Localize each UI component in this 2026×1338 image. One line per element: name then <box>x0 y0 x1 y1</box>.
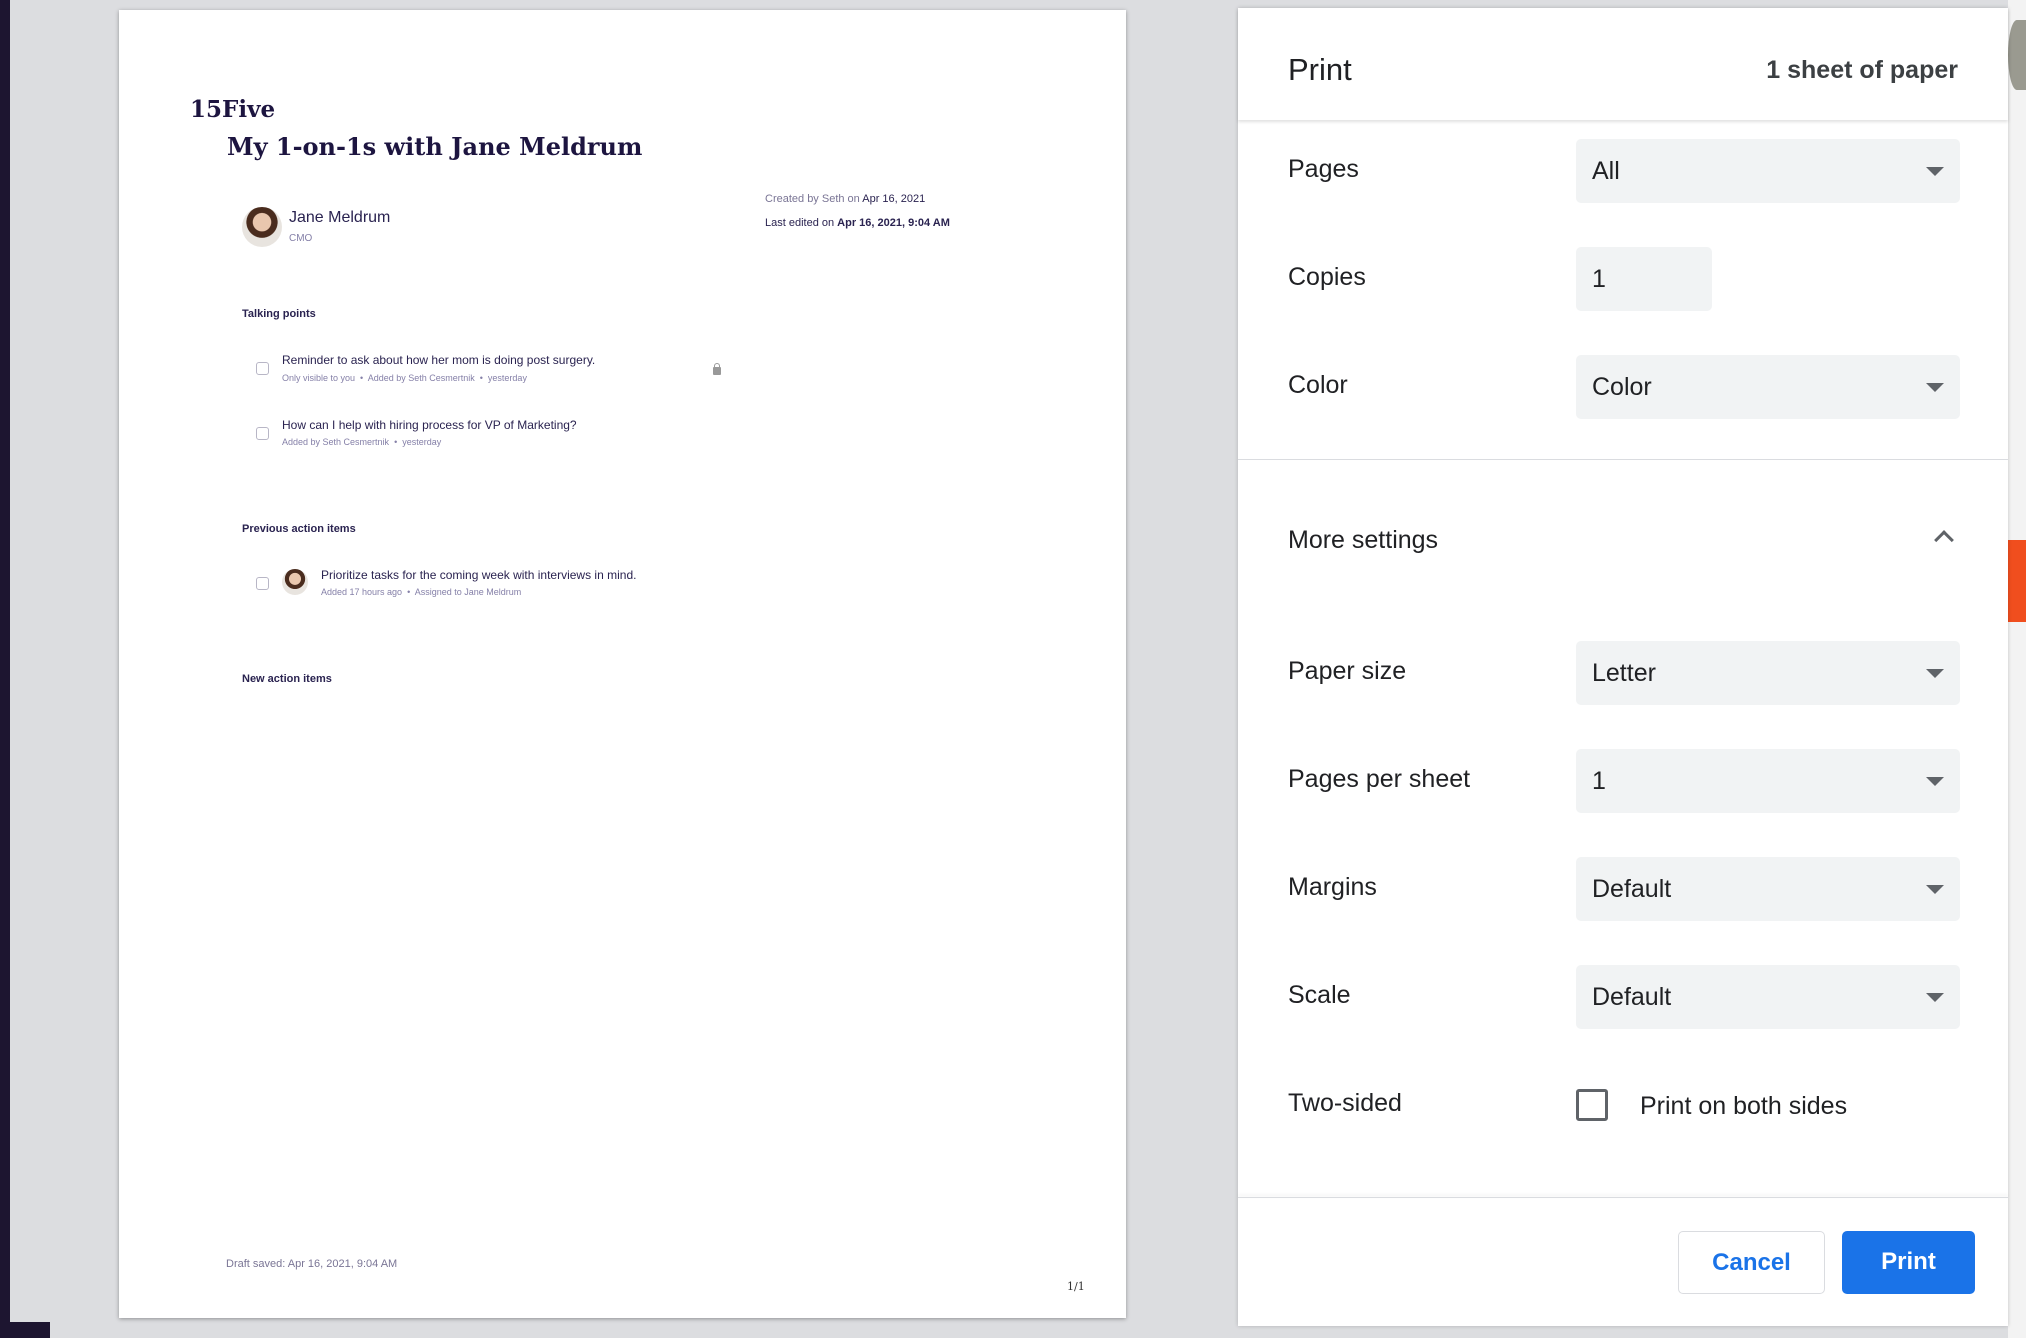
paper-size-select[interactable]: Letter <box>1576 641 1960 705</box>
person-role: CMO <box>289 233 313 244</box>
action-item-checkbox[interactable] <box>256 577 269 590</box>
pages-label: Pages <box>1288 155 1359 183</box>
talking-point-checkbox[interactable] <box>256 362 269 375</box>
scale-label: Scale <box>1288 981 1351 1009</box>
dropdown-arrow-icon <box>1926 885 1944 894</box>
person-name: Jane Meldrum <box>289 209 391 226</box>
pages-per-sheet-label: Pages per sheet <box>1288 765 1471 793</box>
print-header: Print 1 sheet of paper <box>1238 8 2008 120</box>
talking-point-text: Reminder to ask about how her mom is doi… <box>282 353 596 367</box>
action-item-meta: Added 17 hours ago • Assigned to Jane Me… <box>321 587 522 597</box>
page-title: My 1-on-1s with Jane Meldrum <box>227 132 643 161</box>
scale-select[interactable]: Default <box>1576 965 1960 1029</box>
new-action-items-heading: New action items <box>242 673 332 685</box>
talking-point-text: How can I help with hiring process for V… <box>282 418 577 432</box>
dropdown-arrow-icon <box>1926 777 1944 786</box>
talking-point-meta: Added by Seth Cesmertnik • yesterday <box>282 437 442 447</box>
dropdown-arrow-icon <box>1926 669 1944 678</box>
lock-icon <box>713 363 721 375</box>
chevron-up-icon <box>1934 530 1954 550</box>
background-app-edge <box>10 1322 50 1338</box>
more-settings-label: More settings <box>1288 526 1439 554</box>
print-title: Print <box>1288 52 1352 87</box>
assignee-avatar <box>282 569 308 595</box>
print-preview-page: 15Five My 1-on-1s with Jane Meldrum Jane… <box>119 10 1126 1318</box>
dropdown-arrow-icon <box>1926 167 1944 176</box>
dropdown-arrow-icon <box>1926 993 1944 1002</box>
pages-per-sheet-select[interactable]: 1 <box>1576 749 1960 813</box>
two-sided-label: Two-sided <box>1288 1089 1402 1117</box>
created-info: Created by Seth on Apr 16, 2021 <box>765 193 926 205</box>
margins-select[interactable]: Default <box>1576 857 1960 921</box>
two-sided-option-label[interactable]: Print on both sides <box>1640 1092 1847 1121</box>
background-page <box>2008 0 2026 1338</box>
more-settings-toggle[interactable]: More settings <box>1238 498 2008 584</box>
dropdown-arrow-icon <box>1926 383 1944 392</box>
two-sided-checkbox[interactable] <box>1576 1089 1608 1121</box>
divider <box>1238 459 2008 460</box>
background-app-edge <box>0 0 10 1338</box>
avatar <box>242 207 282 247</box>
talking-point-meta: Only visible to you • Added by Seth Cesm… <box>282 373 527 383</box>
edited-info: Last edited on Apr 16, 2021, 9:04 AM <box>765 217 950 229</box>
talking-points-heading: Talking points <box>242 308 316 320</box>
brand-logo: 15Five <box>190 96 276 123</box>
color-select[interactable]: Color <box>1576 355 1960 419</box>
margins-label: Margins <box>1288 873 1377 901</box>
footer-divider <box>1238 1197 2008 1198</box>
cancel-button[interactable]: Cancel <box>1678 1231 1825 1294</box>
color-label: Color <box>1288 371 1348 399</box>
page-number: 1/1 <box>1067 1280 1085 1293</box>
pages-select[interactable]: All <box>1576 139 1960 203</box>
paper-size-label: Paper size <box>1288 657 1407 685</box>
draft-saved-status: Draft saved: Apr 16, 2021, 9:04 AM <box>226 1258 398 1270</box>
copies-label: Copies <box>1288 263 1366 291</box>
action-item-text: Prioritize tasks for the coming week wit… <box>321 568 637 582</box>
talking-point-checkbox[interactable] <box>256 427 269 440</box>
sheet-count: 1 sheet of paper <box>1766 56 1958 84</box>
copies-input[interactable]: 1 <box>1576 247 1712 311</box>
print-button[interactable]: Print <box>1842 1231 1975 1294</box>
previous-action-items-heading: Previous action items <box>242 523 356 535</box>
print-dialog: Print 1 sheet of paper Pages All Copies … <box>1238 8 2008 1326</box>
